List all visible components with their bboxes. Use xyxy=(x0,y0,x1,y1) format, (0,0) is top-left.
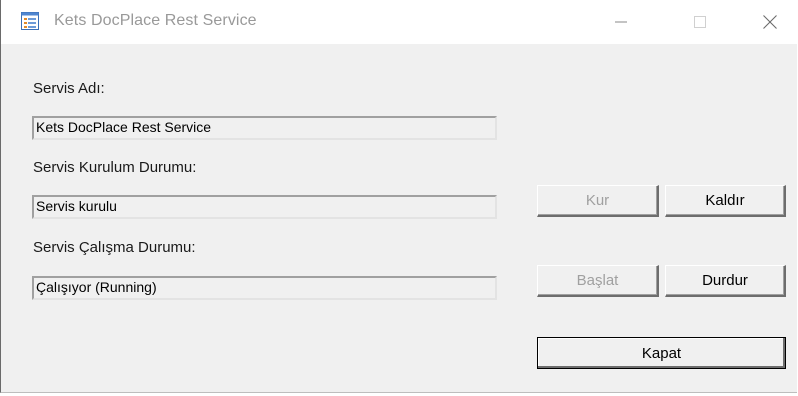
stop-button[interactable]: Durdur xyxy=(665,265,786,297)
uninstall-button[interactable]: Kaldır xyxy=(665,185,786,217)
service-name-label: Servis Adı: xyxy=(33,80,105,97)
close-button[interactable]: Kapat xyxy=(537,337,786,369)
minimize-icon xyxy=(615,21,627,23)
start-button[interactable]: Başlat xyxy=(537,265,659,297)
maximize-icon xyxy=(694,16,706,28)
service-dialog-window: Kets DocPlace Rest Service Servis Adı: K… xyxy=(0,0,797,393)
window-title: Kets DocPlace Rest Service xyxy=(54,12,257,29)
install-button[interactable]: Kur xyxy=(537,185,659,217)
minimize-button[interactable] xyxy=(598,0,644,44)
run-status-label: Servis Çalışma Durumu: xyxy=(33,239,196,256)
run-status-field: Çalışıyor (Running) xyxy=(32,276,497,300)
close-icon xyxy=(763,15,777,29)
title-bar[interactable]: Kets DocPlace Rest Service xyxy=(1,0,797,44)
form-list-icon xyxy=(20,11,40,31)
close-window-button[interactable] xyxy=(747,0,793,44)
install-status-label: Servis Kurulum Durumu: xyxy=(33,159,197,176)
maximize-button xyxy=(677,0,723,44)
service-name-field: Kets DocPlace Rest Service xyxy=(32,116,497,140)
install-status-field: Servis kurulu xyxy=(32,195,497,219)
